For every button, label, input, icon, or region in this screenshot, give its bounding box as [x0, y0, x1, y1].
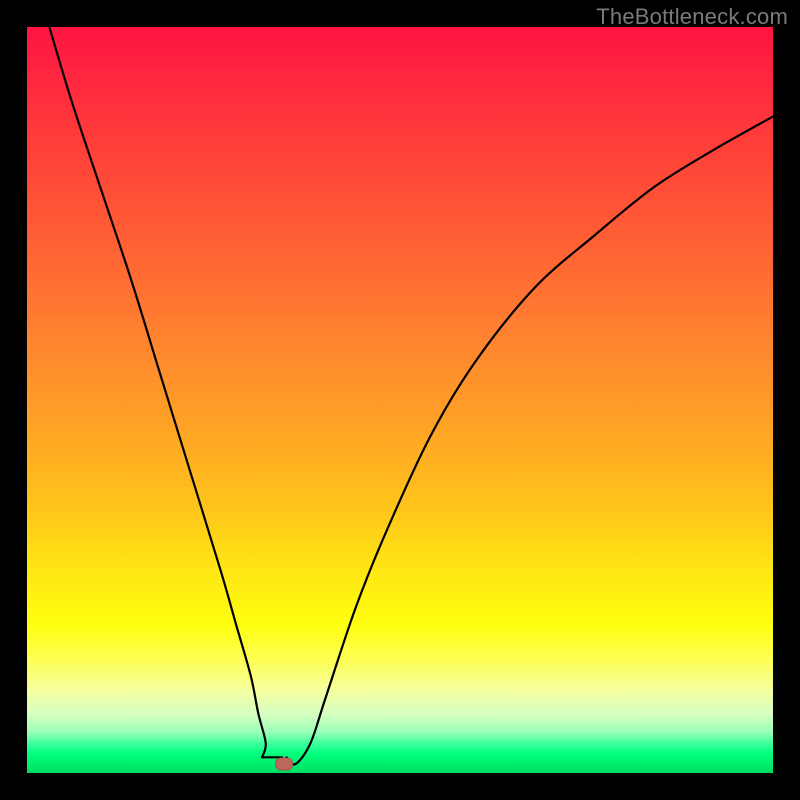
optimal-point-marker — [275, 758, 293, 771]
bottleneck-curve — [49, 27, 773, 764]
curve-svg — [27, 27, 773, 773]
watermark-text: TheBottleneck.com — [596, 4, 788, 30]
plot-area — [27, 27, 773, 773]
chart-container: TheBottleneck.com — [0, 0, 800, 800]
